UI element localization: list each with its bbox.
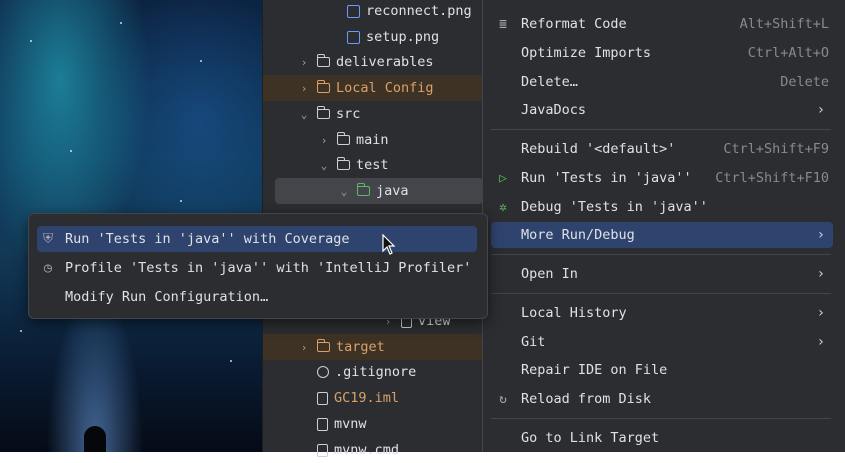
more-run-debug-submenu: ⛨ Run 'Tests in 'java'' with Coverage ◷ … [28,213,488,319]
tree-item-gitignore[interactable]: .gitignore [263,359,483,385]
submenu-item-run-with-coverage[interactable]: ⛨ Run 'Tests in 'java'' with Coverage [37,226,477,252]
menu-item-reload-from-disk[interactable]: ↻ Reload from Disk [491,386,833,412]
menu-item-git[interactable]: Git › [491,329,833,355]
menu-item-delete[interactable]: Delete… Delete [491,69,833,95]
menu-item-more-run-debug[interactable]: More Run/Debug › [491,222,833,248]
chevron-right-icon[interactable]: › [297,56,311,69]
tree-item-gc19-iml[interactable]: GC19.iml [263,385,483,411]
tree-item-test[interactable]: ⌄ test [263,152,483,178]
folder-icon [336,157,350,170]
tree-item-main[interactable]: › main [263,127,483,153]
tree-item-mvnw-cmd[interactable]: mvnw.cmd [263,437,483,463]
chevron-right-icon: › [816,266,825,282]
submenu-item-profile[interactable]: ◷ Profile 'Tests in 'java'' with 'Intell… [37,255,477,281]
tree-item-src[interactable]: ⌄ src [263,101,483,127]
menu-item-debug-tests[interactable]: ✲ Debug 'Tests in 'java'' [491,194,833,220]
menu-separator [491,293,831,294]
image-file-icon [347,4,360,18]
folder-icon [316,106,330,119]
chevron-right-icon: › [816,227,825,243]
chevron-right-icon[interactable]: › [297,82,311,95]
profiler-icon: ◷ [43,260,53,276]
text-file-icon [317,443,328,457]
tree-item-setup-png[interactable]: setup.png [263,24,483,50]
test-folder-icon [356,183,370,196]
folder-icon [336,132,350,145]
tree-item-reconnect-png[interactable]: reconnect.png [263,0,483,24]
person-silhouette [84,426,106,452]
reload-icon: ↻ [499,391,507,407]
tree-item-mvnw[interactable]: mvnw [263,411,483,437]
chevron-down-icon[interactable]: ⌄ [337,185,351,198]
module-file-icon [317,391,328,405]
script-file-icon [317,417,328,431]
chevron-right-icon: › [816,102,825,118]
mouse-cursor-icon [382,234,396,255]
submenu-item-modify-run-config[interactable]: Modify Run Configuration… [37,284,477,310]
folder-icon [316,339,330,352]
menu-item-local-history[interactable]: Local History › [491,300,833,326]
menu-item-repair-ide[interactable]: Repair IDE on File [491,357,833,383]
chevron-right-icon: › [816,305,825,321]
menu-item-javadocs[interactable]: JavaDocs › [491,97,833,123]
menu-item-optimize-imports[interactable]: Optimize Imports Ctrl+Alt+O [491,40,833,66]
tree-item-target[interactable]: › target [263,334,483,360]
image-file-icon [347,30,360,44]
tree-item-deliverables[interactable]: › deliverables [263,49,483,75]
chevron-right-icon[interactable]: › [317,134,331,147]
menu-separator [491,129,831,130]
menu-item-go-to-link-target[interactable]: Go to Link Target [491,425,833,451]
chevron-right-icon[interactable]: › [297,341,311,354]
context-menu: ≣ Reformat Code Alt+Shift+L Optimize Imp… [482,0,845,452]
menu-separator [491,254,831,255]
menu-separator [491,418,831,419]
folder-icon [316,54,330,67]
reformat-icon: ≣ [499,16,507,32]
tree-item-local-config[interactable]: › Local Config [263,75,483,101]
coverage-icon: ⛨ [42,231,54,247]
chevron-down-icon[interactable]: ⌄ [297,108,311,121]
ignore-file-icon [317,366,329,378]
menu-item-open-in[interactable]: Open In › [491,261,833,287]
folder-icon [316,80,330,93]
menu-item-reformat-code[interactable]: ≣ Reformat Code Alt+Shift+L [491,11,833,37]
chevron-down-icon[interactable]: ⌄ [317,159,331,172]
run-icon: ▷ [499,170,507,186]
menu-item-run-tests[interactable]: ▷ Run 'Tests in 'java'' Ctrl+Shift+F10 [491,165,833,191]
debug-icon: ✲ [499,199,507,215]
chevron-right-icon: › [816,334,825,350]
menu-item-rebuild[interactable]: Rebuild '<default>' Ctrl+Shift+F9 [491,136,833,162]
tree-item-java[interactable]: ⌄ java [275,178,483,204]
